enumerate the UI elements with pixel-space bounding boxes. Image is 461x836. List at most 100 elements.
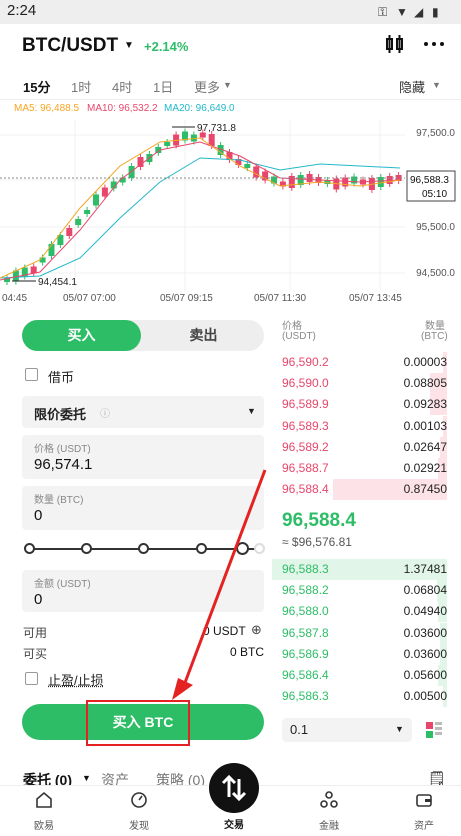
amount-field[interactable]: 数量 (BTC) 0 <box>22 486 264 530</box>
bid-qty: 1.37481 <box>403 562 447 576</box>
ask-row[interactable]: 96,590.2 0.00003 <box>272 352 461 373</box>
candle-body <box>66 228 73 236</box>
tpsl-label[interactable]: 止盈/止损 <box>48 670 104 689</box>
slider-stop-75[interactable] <box>196 543 207 554</box>
amount-input[interactable]: 0 <box>34 507 42 524</box>
timeframe-more[interactable]: 更多 <box>194 77 220 96</box>
ask-row[interactable]: 96,589.2 0.02647 <box>272 436 461 458</box>
signal-icon: ◢ <box>414 5 424 19</box>
total-field[interactable]: 金额 (USDT) 0 <box>22 570 264 612</box>
timeframe-1h[interactable]: 1时 <box>71 77 91 96</box>
info-icon[interactable]: ⓘ <box>100 405 110 420</box>
order-type-value: 限价委托 <box>34 407 87 422</box>
trade-center-button[interactable] <box>209 763 259 813</box>
add-funds-icon[interactable]: ⊕ <box>251 622 262 638</box>
candles-group <box>4 128 402 285</box>
chevron-down-icon[interactable]: ▼ <box>124 40 134 51</box>
low-label: 94,454.1 <box>38 277 77 288</box>
battery-icon: ▮ <box>432 5 439 19</box>
ask-price: 96,590.0 <box>282 376 329 391</box>
chevron-down-icon: ▼ <box>247 406 256 416</box>
bid-row[interactable]: 96,587.8 0.03600 <box>272 622 461 644</box>
order-type-select[interactable]: 限价委托 ⓘ ▼ <box>22 396 264 428</box>
bid-qty: 0.03600 <box>403 646 447 661</box>
bid-row[interactable]: 96,588.2 0.06804 <box>272 580 461 602</box>
ask-qty: 0.87450 <box>403 482 447 497</box>
timeframe-4h[interactable]: 4时 <box>112 77 132 96</box>
hide-chart-button[interactable]: 隐藏 <box>399 77 425 96</box>
slider-stop-0[interactable] <box>24 543 35 554</box>
price-chart[interactable]: 97,731.8 94,454.1 96,588.3 05:10 <box>0 100 461 310</box>
discover-icon <box>131 792 147 808</box>
timeframe-15m[interactable]: 15分 <box>23 77 50 96</box>
slider-stop-100[interactable] <box>236 542 249 555</box>
mid-fiat: ≈ $96,576.81 <box>282 535 352 549</box>
ask-row[interactable]: 96,590.0 0.08805 <box>272 373 461 395</box>
slider-stop-50[interactable] <box>138 543 149 554</box>
tab-buy[interactable]: 买入 <box>22 320 141 351</box>
bid-row[interactable]: 96,588.0 0.04940 <box>272 601 461 623</box>
high-label: 97,731.8 <box>197 123 236 134</box>
ask-row[interactable]: 96,588.7 0.02921 <box>272 458 461 479</box>
y-tick-label: 94,500.0 <box>416 268 455 279</box>
depth-value: 0.1 <box>290 722 309 737</box>
price-input[interactable]: 96,574.1 <box>34 456 92 473</box>
nav-discover[interactable]: 发现 <box>109 790 169 832</box>
x-tick-label: 05/07 11:30 <box>254 293 307 304</box>
x-tick-label: 04:45 <box>2 293 28 304</box>
candle-body <box>137 157 144 167</box>
ask-price: 96,589.2 <box>282 439 329 454</box>
ask-qty: 0.09283 <box>403 397 447 412</box>
chevron-down-icon[interactable]: ▼ <box>223 80 232 90</box>
total-input[interactable]: 0 <box>34 591 42 608</box>
orderbook-layout-icon[interactable] <box>424 720 444 740</box>
y-tick-label: 97,500.0 <box>416 128 455 139</box>
bid-row[interactable]: 96,586.9 0.03600 <box>272 643 461 665</box>
timeframe-1d[interactable]: 1日 <box>153 77 173 96</box>
total-label: 金额 (USDT) <box>34 579 91 590</box>
margin-label: 借币 <box>48 370 75 385</box>
nav-assets-label: 资产 <box>414 821 434 832</box>
tab-sell[interactable]: 卖出 <box>143 320 264 351</box>
nav-finance[interactable]: 金融 <box>299 790 359 832</box>
chevron-down-icon[interactable]: ▼ <box>82 773 91 783</box>
slider-handle[interactable] <box>254 543 265 554</box>
slider-stop-25[interactable] <box>81 543 92 554</box>
depth-select[interactable]: 0.1 ▼ <box>282 718 412 742</box>
chevron-down-icon[interactable]: ▼ <box>432 80 441 90</box>
candlestick-icon[interactable] <box>383 32 407 56</box>
wifi-icon: ▼ <box>396 5 408 19</box>
nav-home[interactable]: 欧易 <box>14 790 74 832</box>
ask-price: 96,588.4 <box>282 482 329 497</box>
swap-icon <box>221 774 247 802</box>
ma5-line <box>0 137 401 279</box>
ask-row[interactable]: 96,589.3 0.00103 <box>272 415 461 437</box>
x-tick-label: 05/07 13:45 <box>349 293 402 304</box>
pair-selector[interactable]: BTC/USDT <box>22 35 118 57</box>
ask-row[interactable]: 96,588.4 0.87450 <box>272 479 461 501</box>
price-field[interactable]: 价格 (USDT) 96,574.1 <box>22 435 264 479</box>
bid-price: 96,586.3 <box>282 689 329 704</box>
more-icon[interactable] <box>422 32 446 56</box>
y-tick-label: 95,500.0 <box>416 222 455 233</box>
margin-checkbox[interactable] <box>25 368 38 381</box>
highlight-box <box>86 700 190 746</box>
bid-row[interactable]: 96,586.3 0.00500 <box>272 686 461 708</box>
side-tabs: 买入 卖出 <box>22 320 264 351</box>
nav-assets[interactable]: 资产 <box>394 790 454 832</box>
ask-row[interactable]: 96,589.9 0.09283 <box>272 394 461 416</box>
nav-trade-label: 交易 <box>224 820 244 831</box>
tpsl-checkbox[interactable] <box>25 672 38 685</box>
mid-price: 96,588.4 <box>282 510 356 531</box>
bid-price: 96,587.8 <box>282 625 329 640</box>
ask-qty: 0.02921 <box>403 461 447 475</box>
wallet-icon <box>416 794 432 807</box>
available-value: 0 USDT <box>203 624 246 638</box>
ask-qty: 0.00003 <box>403 355 447 369</box>
bid-row[interactable]: 96,586.4 0.05600 <box>272 665 461 686</box>
status-time: 2:24 <box>7 2 37 19</box>
bid-price: 96,586.4 <box>282 668 329 682</box>
bid-row[interactable]: 96,588.3 1.37481 <box>272 559 461 580</box>
nav-trade[interactable]: 交易 <box>204 814 264 831</box>
price-label: 价格 (USDT) <box>34 444 91 455</box>
